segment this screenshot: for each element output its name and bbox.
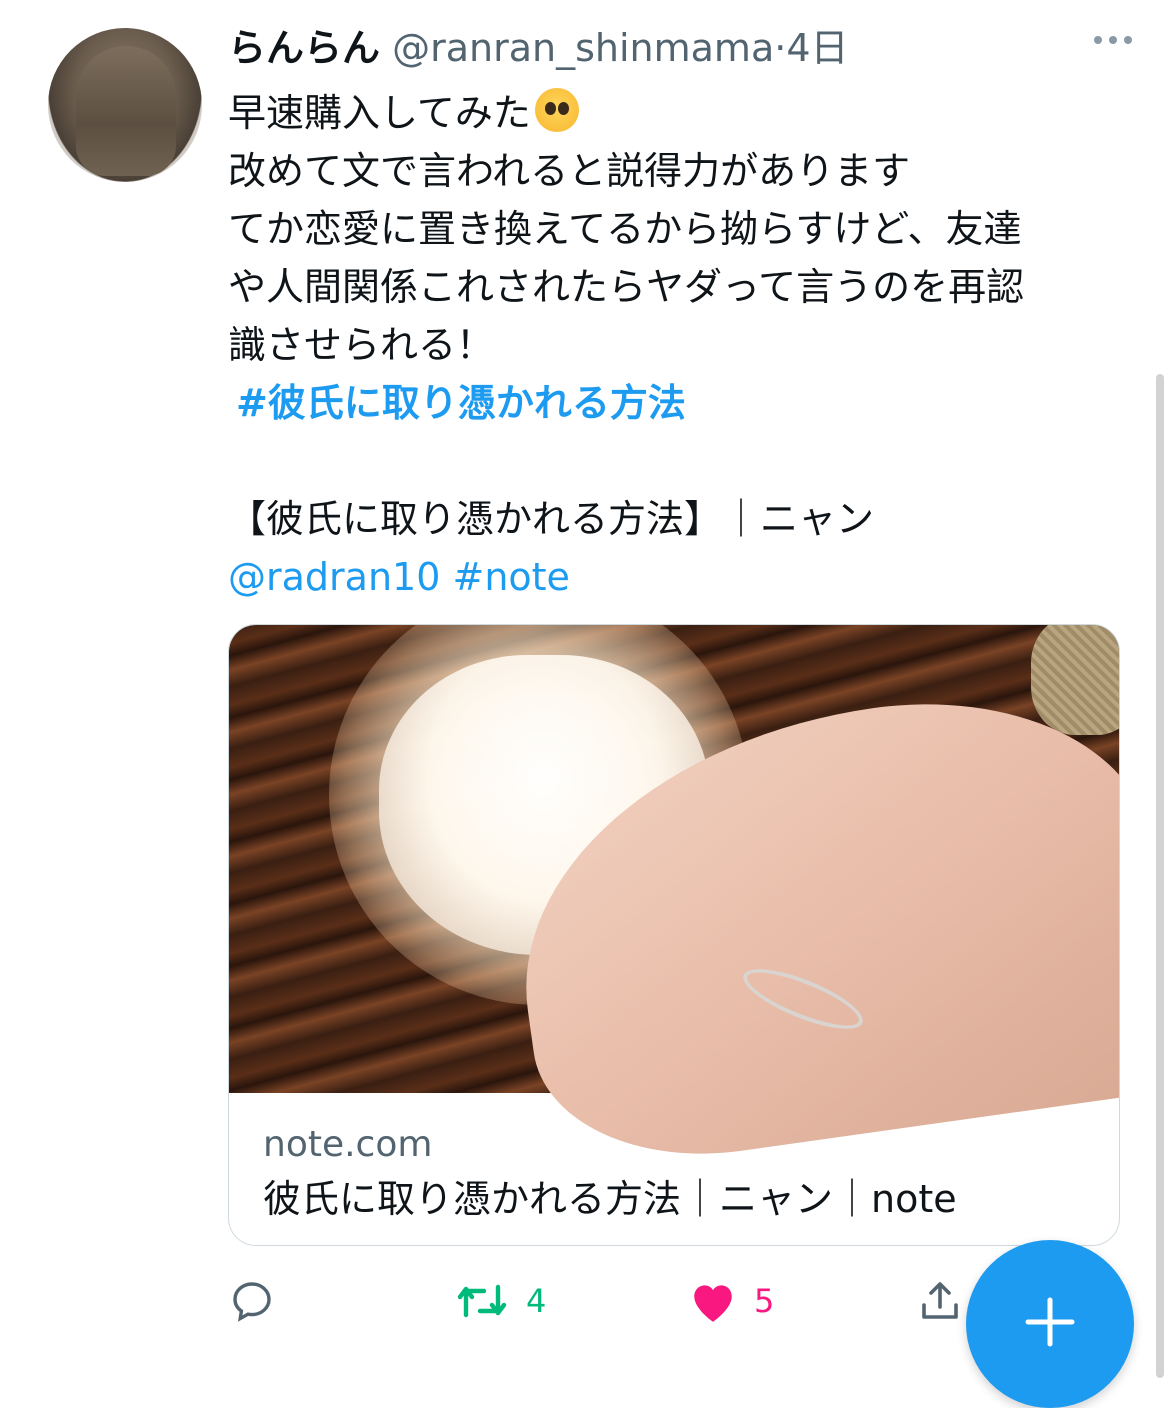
hashtag-note-link[interactable]: #note (452, 555, 569, 599)
card-title: 彼氏に取り憑かれる方法｜ニャン｜note (263, 1177, 957, 1221)
display-name[interactable]: らんらん (228, 26, 380, 70)
avatar[interactable] (48, 28, 202, 182)
compose-button[interactable] (966, 1240, 1134, 1408)
share-button[interactable] (916, 1266, 964, 1336)
hashtag-link[interactable]: #彼氏に取り憑かれる方法 (228, 374, 1128, 432)
timestamp[interactable]: 4日 (786, 26, 848, 70)
share-icon (916, 1277, 964, 1325)
tweet-text: 早速購入してみた 改めて文で言われると説得力があります てか恋愛に置き換えてるか… (228, 84, 1128, 606)
compose-plus-icon (1022, 1294, 1078, 1354)
like-count: 5 (754, 1282, 775, 1320)
heart-icon (688, 1278, 738, 1324)
pleading-face-emoji (534, 88, 579, 132)
scrollbar[interactable] (1156, 374, 1164, 1378)
mention-link[interactable]: @radran10 (228, 555, 440, 599)
separator: · (774, 26, 787, 70)
share-title: 【彼氏に取り憑かれる方法】｜ニャン (228, 497, 875, 541)
retweet-icon (454, 1277, 510, 1325)
tweet-line: や人間関係これされたらヤダって言うのを再認 (228, 265, 1025, 309)
link-card[interactable]: note.com 彼氏に取り憑かれる方法｜ニャン｜note (228, 624, 1120, 1246)
like-button[interactable]: 5 (688, 1266, 774, 1336)
tweet-line: 識させられる！ (228, 323, 495, 367)
user-handle[interactable]: @ranran_shinmama (392, 26, 774, 70)
card-image[interactable] (229, 625, 1119, 1178)
reply-icon (228, 1277, 276, 1325)
tweet-line: 改めて文で言われると説得力があります (228, 149, 911, 193)
tweet-line: 早速購入してみた (228, 84, 1128, 142)
retweet-count: 4 (526, 1282, 547, 1320)
retweet-button[interactable]: 4 (454, 1266, 546, 1336)
reply-button[interactable] (228, 1266, 276, 1336)
card-domain: note.com (263, 1124, 433, 1165)
tweet-header: らんらん @ranran_shinmama·4日 (228, 20, 849, 76)
tweet-line: てか恋愛に置き換えてるから拗らすけど、友達 (228, 207, 1022, 251)
more-icon[interactable] (1094, 36, 1132, 44)
